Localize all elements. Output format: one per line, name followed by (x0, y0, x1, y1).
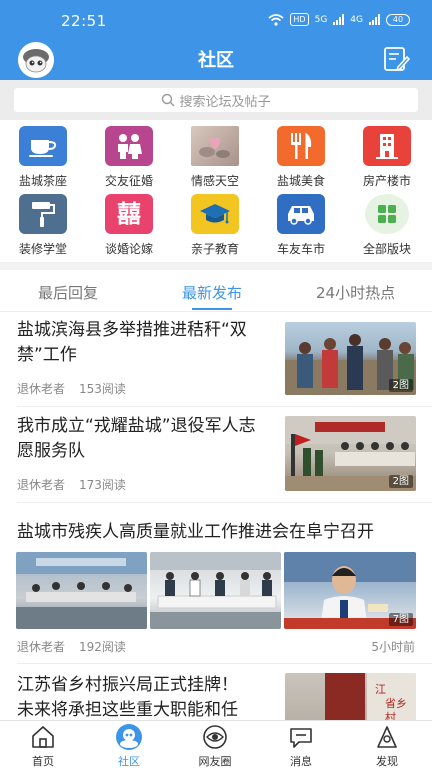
category-yancheng-teahouse[interactable]: 盐城茶座 (0, 126, 86, 189)
post-author: 退休老者 (17, 382, 66, 396)
chat-bubble-icon (290, 728, 312, 748)
feed-tabs: 最后回复 最新发布 24小时热点 (0, 272, 432, 312)
battery-icon: 40 (386, 13, 410, 26)
edit-note-icon (384, 47, 411, 72)
graduation-cap-icon (191, 194, 239, 234)
image-count-badge: 7图 (388, 613, 413, 626)
svg-text:江: 江 (375, 683, 386, 696)
network-4g-label: 4G (350, 14, 363, 25)
post-thumbnail: 江 省乡 村 (285, 673, 416, 720)
svg-text:村: 村 (385, 710, 396, 720)
category-dating[interactable]: 交友征婚 (86, 126, 172, 189)
search-icon (162, 93, 175, 107)
post-title: 盐城市残疾人高质量就业工作推进会在阜宁召开 (17, 522, 374, 542)
couple-icon (105, 126, 153, 166)
post-thumbnail (16, 552, 147, 629)
post-thumbnail: 2图 (285, 416, 416, 491)
post-reads: 173阅读 (79, 478, 126, 492)
tab-latest-post[interactable]: 最新发布 (182, 282, 242, 303)
row-divider (17, 406, 432, 407)
hd-badge: HD (290, 13, 309, 26)
post-reads: 192阅读 (79, 640, 126, 654)
post-title: 江苏省乡村振兴局正式挂牌！ 未来将承担这些重大职能和任 (17, 675, 238, 720)
section-divider (0, 262, 432, 270)
tab-last-reply[interactable]: 最后回复 (38, 282, 98, 303)
network-5g-label: 5G (314, 14, 328, 25)
double-happiness-icon: 囍 (105, 194, 153, 234)
post-time: 5小时前 (371, 640, 415, 654)
category-parenting[interactable]: 亲子教育 (172, 194, 258, 257)
status-time: 22:51 (61, 12, 107, 30)
post-thumbnail: 7图 (284, 552, 416, 629)
category-real-estate[interactable]: 房产楼市 (344, 126, 430, 189)
teacup-icon (19, 126, 67, 166)
community-icon (116, 724, 142, 750)
svg-text:省乡: 省乡 (385, 697, 407, 710)
top-bar: 22:51 HD 5G 4G 40 社区 (0, 0, 432, 80)
category-all-boards[interactable]: 全部版块 (344, 194, 430, 257)
category-grid: 盐城茶座 交友征婚 情感天空 盐城美食 房产楼市 装修学堂 囍 谈婚论嫁 亲子教… (0, 122, 432, 262)
list-item[interactable]: 江苏省乡村振兴局正式挂牌！ 未来将承担这些重大职能和任 江 省乡 村 (0, 665, 432, 720)
list-item[interactable]: 我市成立“戎耀盐城”退役军人志 愿服务队 退休老者 173阅读 2图 (0, 408, 432, 503)
discover-icon (377, 726, 397, 748)
grid-icon (365, 194, 409, 234)
post-meta: 退休老者 173阅读 (17, 476, 126, 493)
eye-circle-icon (203, 725, 227, 749)
plaque-image: 江 省乡 村 (325, 673, 416, 720)
heart-stones-icon (191, 126, 239, 166)
search-placeholder: 搜索论坛及帖子 (179, 94, 271, 110)
meeting-table-image (150, 552, 281, 629)
conference-room-image (16, 552, 147, 629)
paint-roller-icon (19, 194, 67, 234)
search-bar-container: 搜索论坛及帖子 (0, 80, 432, 120)
list-item[interactable]: 盐城市残疾人高质量就业工作推进会在阜宁召开 7图 退休老者 192阅读 5小时前 (0, 504, 432, 664)
signal-icon-2 (369, 14, 380, 25)
post-author: 退休老者 (17, 478, 66, 492)
building-icon (363, 126, 411, 166)
image-count-badge: 2图 (388, 475, 413, 488)
row-divider (17, 663, 432, 664)
new-post-button[interactable] (382, 45, 411, 73)
tab-24h-hot[interactable]: 24小时热点 (316, 282, 395, 303)
nav-home[interactable]: 首页 (0, 721, 86, 768)
car-icon (277, 194, 325, 234)
post-reads: 153阅读 (79, 382, 126, 396)
search-input[interactable]: 搜索论坛及帖子 (14, 88, 418, 112)
category-food[interactable]: 盐城美食 (258, 126, 344, 189)
bottom-navigation: 首页 社区 网友圈 消息 发现 (0, 720, 432, 768)
category-renovation[interactable]: 装修学堂 (0, 194, 86, 257)
signal-icon (333, 14, 345, 25)
post-thumbnail: 2图 (285, 322, 416, 395)
category-marriage[interactable]: 囍 谈婚论嫁 (86, 194, 172, 257)
image-count-badge: 2图 (388, 379, 413, 392)
nav-friends-circle[interactable]: 网友圈 (172, 721, 258, 768)
category-emotion[interactable]: 情感天空 (172, 126, 258, 189)
active-tab-indicator (192, 308, 232, 310)
status-icons: HD 5G 4G 40 (268, 13, 410, 26)
status-bar: 22:51 HD 5G 4G 40 (0, 0, 432, 40)
post-title: 我市成立“戎耀盐城”退役军人志 愿服务队 (17, 416, 256, 461)
fork-knife-icon (277, 126, 325, 166)
post-meta: 退休老者 153阅读 (17, 380, 126, 397)
row-divider (17, 502, 432, 503)
category-cars[interactable]: 车友车市 (258, 194, 344, 257)
page-title: 社区 (198, 50, 234, 71)
nav-discover[interactable]: 发现 (344, 721, 430, 768)
wifi-icon (268, 13, 284, 26)
post-author: 退休老者 (17, 640, 66, 654)
home-icon (32, 726, 54, 748)
nav-messages[interactable]: 消息 (258, 721, 344, 768)
list-item[interactable]: 盐城滨海县多举措推进秸秆“双 禁”工作 退休老者 153阅读 2图 (0, 312, 432, 407)
nav-community[interactable]: 社区 (86, 721, 172, 768)
post-meta: 退休老者 192阅读 (17, 638, 126, 655)
post-thumbnail (150, 552, 281, 629)
post-title: 盐城滨海县多举措推进秸秆“双 禁”工作 (17, 320, 247, 365)
